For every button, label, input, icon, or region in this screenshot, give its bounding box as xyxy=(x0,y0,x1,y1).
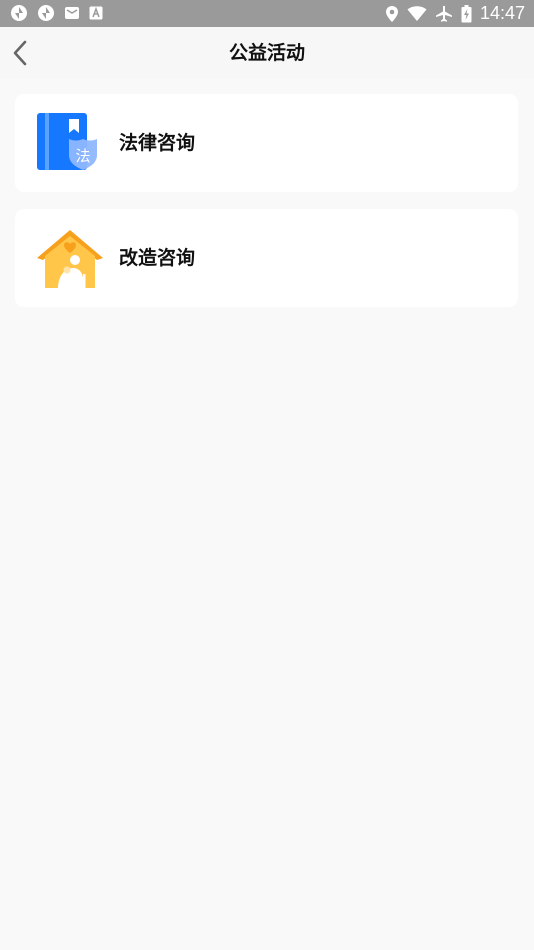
wifi-icon xyxy=(407,5,427,22)
law-book-icon: 法 xyxy=(35,111,105,175)
list-item-legal-consultation[interactable]: 法 法律咨询 xyxy=(15,94,518,192)
nav-bar: 公益活动 xyxy=(0,27,534,79)
sync-icon xyxy=(37,4,55,22)
status-bar: 14:47 xyxy=(0,0,534,27)
battery-charging-icon xyxy=(461,4,472,23)
page-title: 公益活动 xyxy=(228,42,305,64)
content-area: 法 法律咨询 改造咨询 xyxy=(0,79,534,950)
airplane-mode-icon xyxy=(435,5,453,23)
law-icon-text: 法 xyxy=(75,147,90,165)
list-item-label: 改造咨询 xyxy=(119,247,196,269)
mail-icon xyxy=(64,6,80,20)
status-right-icons: 14:47 xyxy=(385,2,525,25)
status-time: 14:47 xyxy=(479,3,525,23)
list-item-renovation-consultation[interactable]: 改造咨询 xyxy=(15,209,518,307)
sync-icon xyxy=(10,4,28,22)
text-a-icon xyxy=(89,6,103,20)
location-icon xyxy=(385,5,399,23)
status-left-icons xyxy=(10,4,103,22)
home-elder-icon xyxy=(35,226,105,290)
list-item-label: 法律咨询 xyxy=(119,132,196,154)
